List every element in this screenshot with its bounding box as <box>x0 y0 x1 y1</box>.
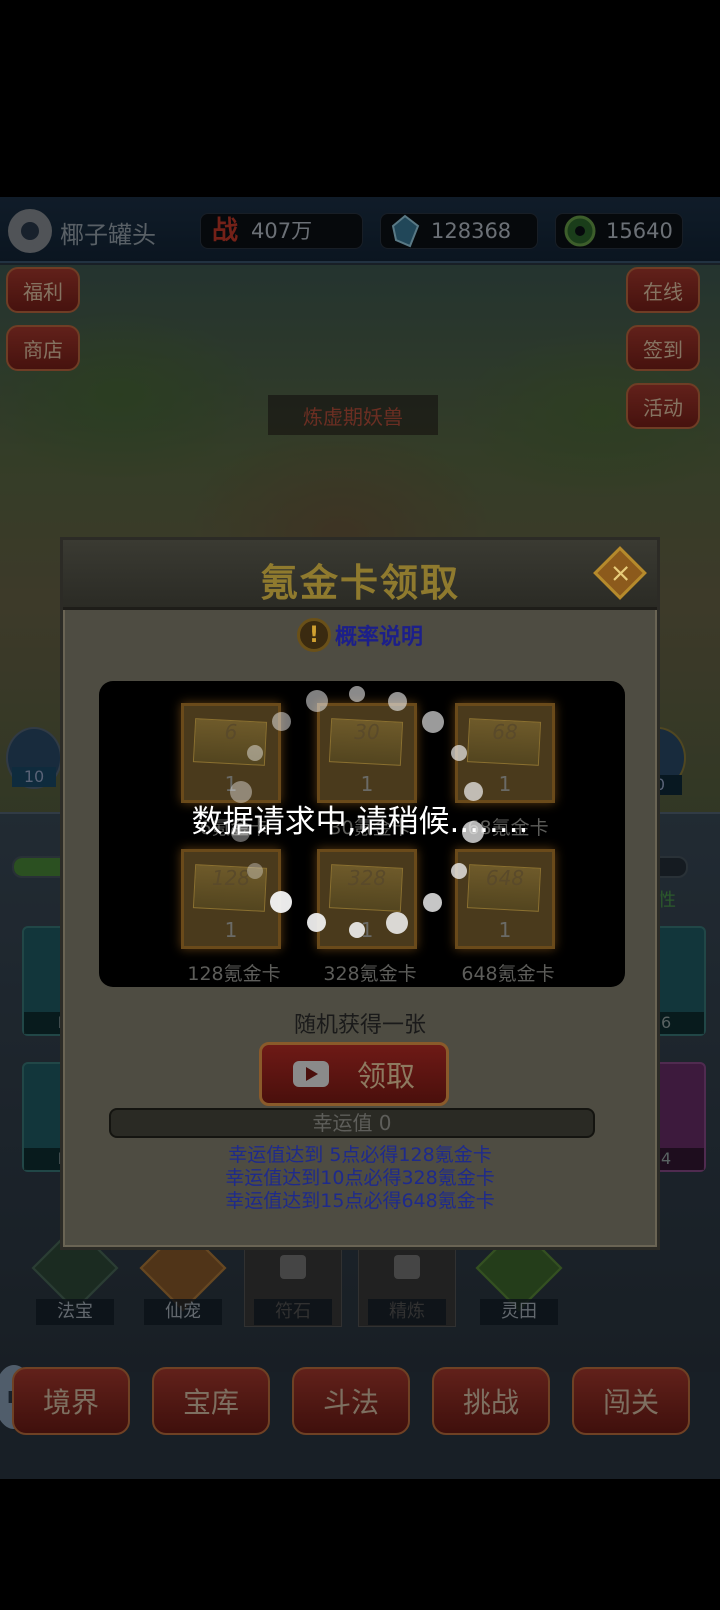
card-name: 648氪金卡 <box>461 963 555 985</box>
card-value: 68 <box>492 720 518 744</box>
card-value: 648 <box>485 866 525 890</box>
card-value: 128 <box>211 866 251 890</box>
card-value: 30 <box>354 720 380 744</box>
claim-button[interactable]: 领取 <box>259 1042 449 1106</box>
probability-label: 概率说明 <box>334 625 423 650</box>
random-get-text: 随机获得一张 <box>293 1013 426 1038</box>
spinner-dot <box>305 690 328 713</box>
dialog-header: 氪金卡领取 × <box>63 540 657 610</box>
spinner-dot <box>349 922 365 938</box>
card-frame: 328 1 <box>317 849 417 949</box>
spinner-dot <box>246 863 263 879</box>
card-value: 328 <box>347 866 387 890</box>
loading-message: 数据请求中,请稍候........ <box>191 804 529 840</box>
close-icon: × <box>609 558 632 589</box>
card-name: 328氪金卡 <box>323 963 417 985</box>
info-icon: ! <box>296 618 331 652</box>
probability-info[interactable]: ! 概率说明 <box>63 615 657 655</box>
card-value: 6 <box>224 720 238 744</box>
card-item: 128 1 128氪金卡 <box>171 849 297 999</box>
spinner-dot <box>271 712 291 732</box>
claim-label: 领取 <box>356 1059 415 1093</box>
card-count: 1 <box>360 772 374 796</box>
spinner-dot <box>246 745 263 761</box>
card-count: 1 <box>224 918 238 942</box>
spinner-dot <box>349 686 365 702</box>
spinner-dot <box>421 710 444 733</box>
spinner-dot <box>387 691 407 711</box>
recharge-card-dialog: 氪金卡领取 × ! 概率说明 61 6氪金卡 30 1 30氪金卡 68 1 68氪… <box>60 537 660 1250</box>
card-frame: 128 1 <box>181 849 281 949</box>
card-item: 328 1 328氪金卡 <box>307 849 433 999</box>
card-frame: 30 1 <box>317 703 417 803</box>
card-name: 128氪金卡 <box>187 963 281 985</box>
luck-bar: 幸运值 0 <box>109 1108 595 1138</box>
card-count: 1 <box>498 918 512 942</box>
card-frame: 648 1 <box>455 849 555 949</box>
luck-reward-line: 幸运值达到15点必得648氪金卡 <box>225 1190 495 1212</box>
video-play-icon <box>292 1061 329 1087</box>
dialog-title: 氪金卡领取 <box>259 561 460 605</box>
